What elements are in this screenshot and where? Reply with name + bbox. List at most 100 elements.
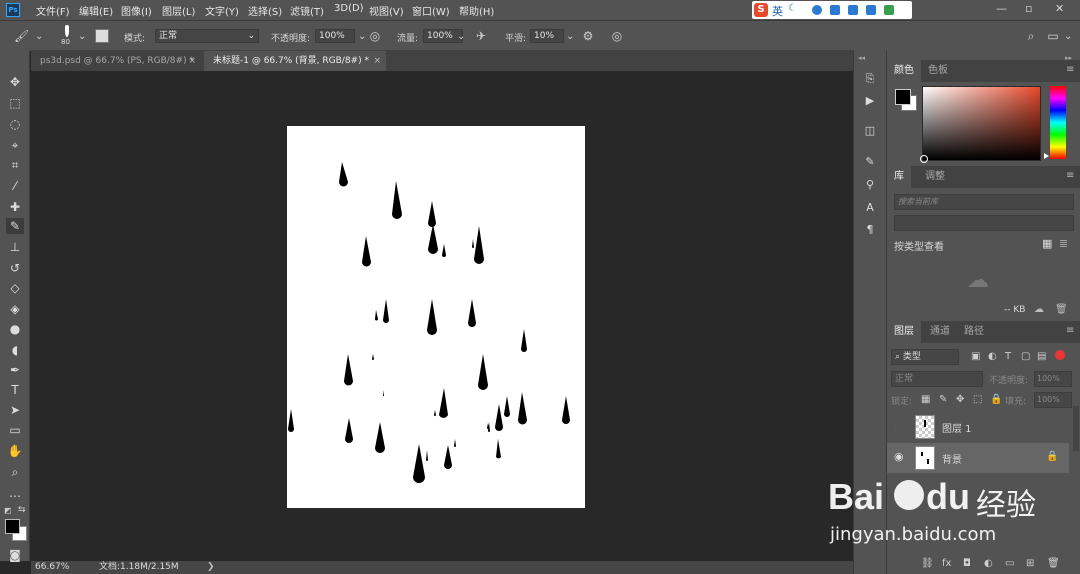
lasso-tool-icon[interactable]: ◌	[6, 116, 24, 132]
blur-tool-icon[interactable]: ●	[6, 321, 24, 337]
brush-preset-picker[interactable]: 80	[60, 25, 74, 47]
eyedropper-tool-icon[interactable]: ⁄	[6, 178, 24, 194]
trash-icon[interactable]: 🗑	[1047, 558, 1060, 569]
adjustment-icon[interactable]: ◐	[984, 558, 993, 569]
filter-toggle-icon[interactable]	[1055, 350, 1065, 360]
color-field[interactable]	[920, 86, 1041, 163]
tool-presets-icon[interactable]: ⚲	[863, 178, 877, 192]
history-brush-tool-icon[interactable]: ↺	[6, 260, 24, 276]
lock-position-icon[interactable]: ✥	[956, 394, 964, 405]
filter-adjustment-icon[interactable]: ◐	[988, 351, 997, 362]
library-search-input[interactable]: 搜索当前库	[894, 194, 1074, 210]
group-icon[interactable]: ▭	[1005, 558, 1014, 569]
panel-menu-icon[interactable]: ≡	[1066, 64, 1074, 75]
quick-mask-icon[interactable]: ◙	[6, 547, 24, 563]
chevron-down-icon[interactable]: ⌄	[457, 31, 465, 42]
tab-ps3d[interactable]: ps3d.psd @ 66.7% (PS, RGB/8#) * ×	[31, 51, 201, 71]
quick-select-tool-icon[interactable]: ⌖	[6, 137, 24, 153]
emoji-icon[interactable]	[812, 5, 822, 15]
menu-filter[interactable]: 滤镜(T)	[290, 3, 324, 18]
minimize-button[interactable]: —	[996, 2, 1007, 15]
view-by-type-label[interactable]: 按类型查看	[894, 238, 944, 253]
workspace-icon[interactable]: ▭	[1046, 29, 1060, 43]
filter-pixel-icon[interactable]: ▣	[971, 351, 980, 362]
list-view-icon[interactable]: ≣	[1059, 237, 1068, 250]
keyboard-icon[interactable]	[830, 5, 840, 15]
foreground-color-swatch[interactable]	[895, 89, 911, 105]
panel-menu-icon[interactable]: ≡	[1066, 170, 1074, 181]
layer-filter-select[interactable]: ⌕ 类型	[891, 349, 959, 365]
smoothing-input[interactable]: 10%	[530, 29, 564, 43]
blend-mode-select[interactable]: 正常	[891, 371, 983, 387]
search-icon[interactable]: ⌕	[1024, 29, 1038, 43]
paragraph-icon[interactable]: ¶	[863, 223, 877, 237]
library-select[interactable]	[894, 215, 1074, 231]
lock-all-icon[interactable]: 🔒	[990, 394, 1002, 405]
close-button[interactable]: ✕	[1055, 2, 1064, 15]
move-tool-icon[interactable]: ✥	[6, 74, 24, 90]
layer-name[interactable]: 背景	[942, 451, 962, 466]
menu-view[interactable]: 视图(V)	[369, 3, 404, 18]
trash-icon[interactable]: 🗑	[1055, 304, 1068, 315]
color-picker-handle[interactable]	[920, 155, 928, 163]
menu-help[interactable]: 帮助(H)	[459, 3, 494, 18]
hand-tool-icon[interactable]: ✋	[6, 443, 24, 459]
menu-layer[interactable]: 图层(L)	[162, 3, 195, 18]
chevron-down-icon[interactable]: ⌄	[1064, 31, 1072, 42]
shirt-icon[interactable]	[866, 5, 876, 15]
sogou-icon[interactable]: S	[754, 3, 768, 17]
layer-thumbnail[interactable]	[915, 446, 935, 470]
default-colors-icon[interactable]: ◩	[4, 506, 12, 515]
paint-bucket-tool-icon[interactable]: ◈	[6, 301, 24, 317]
tab-paths[interactable]: 路径	[957, 321, 991, 343]
chevron-down-icon[interactable]: ⌄	[566, 31, 574, 42]
tab-color[interactable]: 颜色	[887, 60, 921, 82]
close-icon[interactable]: ×	[373, 51, 381, 71]
brush-settings-icon[interactable]	[95, 29, 109, 43]
layer-row-layer1[interactable]: 图层 1	[887, 412, 1069, 442]
collapse-icon[interactable]: ◂◂	[858, 54, 865, 62]
fill-input[interactable]: 100%	[1034, 392, 1072, 408]
zoom-level[interactable]: 66.67%	[35, 561, 69, 574]
pen-tool-icon[interactable]: ✒	[6, 362, 24, 378]
link-icon[interactable]: ⛓	[921, 558, 934, 569]
healing-tool-icon[interactable]: ✚	[6, 199, 24, 215]
fx-icon[interactable]: fx	[942, 558, 951, 569]
stamp-tool-icon[interactable]: ⊥	[6, 239, 24, 255]
lock-pixels-icon[interactable]: ✎	[939, 394, 947, 405]
airbrush-icon[interactable]: ✈	[474, 29, 488, 43]
swap-colors-icon[interactable]: ⇆	[18, 505, 26, 515]
visibility-toggle-empty[interactable]	[895, 422, 906, 433]
character-icon[interactable]: A	[863, 201, 877, 215]
foreground-color-swatch[interactable]	[5, 519, 20, 534]
tab-adjustments[interactable]: 调整	[918, 166, 952, 188]
pressure-size-icon[interactable]: ◎	[610, 29, 624, 43]
crop-tool-icon[interactable]: ⌗	[6, 157, 24, 173]
path-select-tool-icon[interactable]: ➤	[6, 402, 24, 418]
menu-select[interactable]: 选择(S)	[248, 3, 282, 18]
brush-tool-icon[interactable]: ✎	[6, 218, 24, 234]
chevron-down-icon[interactable]: ⌄	[358, 31, 366, 42]
grid-view-icon[interactable]: ▦	[1042, 237, 1052, 250]
restore-button[interactable]: ▫	[1025, 2, 1032, 15]
actions-play-icon[interactable]: ▶	[863, 94, 877, 108]
filter-type-icon[interactable]: T	[1005, 351, 1011, 362]
panel-menu-icon[interactable]: ≡	[1066, 325, 1074, 336]
menu-3d[interactable]: 3D(D)	[334, 3, 364, 14]
layer-thumbnail[interactable]	[915, 415, 935, 439]
document-canvas[interactable]	[287, 126, 585, 508]
ime-toolbar[interactable]: S 英 ☾	[752, 1, 912, 19]
menu-file[interactable]: 文件(F)	[36, 3, 70, 18]
eye-icon[interactable]: ◉	[894, 450, 904, 463]
gear-icon[interactable]: ⚙	[581, 29, 595, 43]
layer-name[interactable]: 图层 1	[942, 420, 972, 435]
layer-comps-icon[interactable]: ◫	[863, 124, 877, 138]
menu-type[interactable]: 文字(Y)	[205, 3, 239, 18]
dodge-tool-icon[interactable]: ◖	[6, 342, 24, 358]
mode-select[interactable]: 正常 ⌄	[155, 29, 259, 43]
user-icon[interactable]	[848, 5, 858, 15]
menu-window[interactable]: 窗口(W)	[412, 3, 450, 18]
brush-settings-icon[interactable]: ✎	[863, 155, 877, 169]
hue-slider[interactable]	[1050, 86, 1066, 159]
filter-shape-icon[interactable]: ▢	[1021, 351, 1030, 362]
